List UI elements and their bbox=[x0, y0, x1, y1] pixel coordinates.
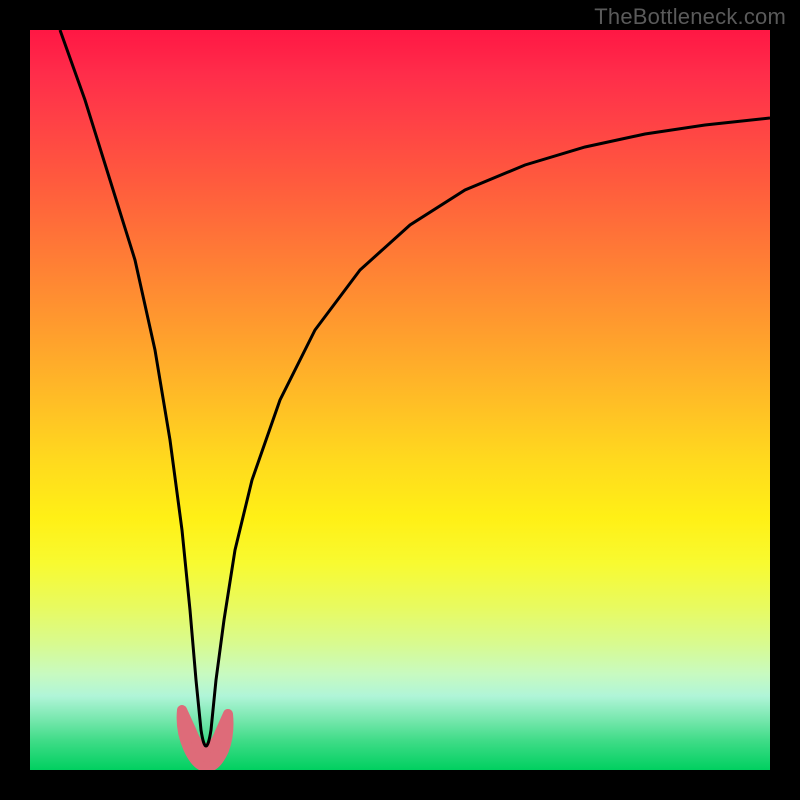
curve-layer bbox=[30, 30, 770, 770]
optimal-range-marker bbox=[182, 710, 229, 767]
watermark-text: TheBottleneck.com bbox=[594, 4, 786, 30]
bottleneck-curve-path bbox=[60, 30, 770, 746]
chart-frame: TheBottleneck.com bbox=[0, 0, 800, 800]
plot-area bbox=[30, 30, 770, 770]
